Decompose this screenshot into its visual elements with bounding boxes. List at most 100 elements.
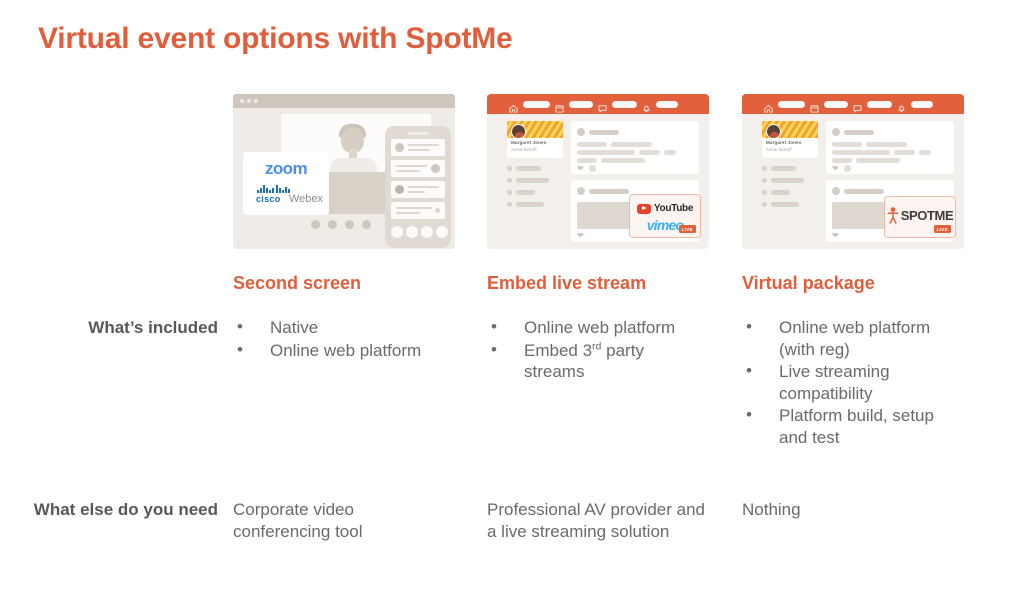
spotme-app-window: Margaret Jones Acme Kickoff ❤ ❤ — [487, 94, 709, 249]
phone-mockup — [385, 126, 451, 248]
feed-card[interactable]: ❤ — [571, 121, 699, 174]
column-heading-embed-live-stream: Embed live stream — [487, 273, 647, 293]
row-label-what-else-do-you-need: What else do you need — [33, 500, 218, 519]
video-conferencing-logo-card: zoom cisco Webex — [243, 152, 329, 215]
phone-list-item — [391, 160, 445, 177]
youtube-play-icon — [636, 203, 651, 214]
list-item: Embed 3rd party streams — [487, 339, 709, 383]
feed-avatar — [577, 128, 585, 136]
live-badge: LIVE — [678, 225, 696, 233]
phone-speaker-icon — [407, 132, 429, 135]
calendar-icon[interactable] — [810, 100, 819, 113]
list-item-text: Embed 3rd party streams — [524, 339, 644, 382]
spotme-person-icon — [887, 207, 899, 224]
spotme-app-window: Margaret Jones Acme Kickoff ❤ ❤ — [742, 94, 964, 249]
feed-author-placeholder — [844, 189, 884, 194]
phone-list-item — [391, 202, 445, 219]
youtube-logo: YouTube — [653, 203, 694, 214]
window-dot-maximize-icon — [254, 99, 258, 103]
browser-titlebar — [233, 94, 455, 108]
chat-icon[interactable] — [853, 100, 862, 113]
list-item: Online web platform — [233, 339, 455, 362]
carousel-dot[interactable] — [311, 220, 320, 229]
feed-author-placeholder — [589, 189, 629, 194]
page-title: Virtual event options with SpotMe — [38, 22, 513, 55]
phone-tab-button[interactable] — [421, 226, 433, 238]
profile-event: Acme Kickoff — [766, 147, 792, 152]
nav-label-placeholder[interactable] — [911, 100, 933, 108]
cisco-bars-icon — [257, 185, 290, 193]
list-item: Online web platform — [487, 316, 709, 339]
sidebar-item[interactable] — [507, 166, 541, 171]
bell-icon[interactable] — [642, 100, 651, 112]
list-item: Live streaming compatibility — [742, 360, 964, 404]
column-heading-second-screen: Second screen — [233, 273, 362, 293]
avatar — [766, 124, 781, 139]
live-badge: LIVE — [933, 225, 951, 233]
cell-included-embed-live-stream: Online web platform Embed 3rd party stre… — [487, 316, 709, 384]
feed-card[interactable]: ❤ — [826, 121, 954, 174]
nav-label-placeholder[interactable] — [867, 100, 892, 108]
feed-author-placeholder — [589, 130, 619, 135]
comment-icon[interactable] — [589, 165, 596, 172]
cell-need-embed-live-stream: Professional AV provider and a live stre… — [487, 500, 705, 541]
sidebar-item[interactable] — [762, 166, 796, 171]
carousel-dot[interactable] — [345, 220, 354, 229]
sidebar-item[interactable] — [762, 190, 790, 195]
app-navbar[interactable] — [487, 94, 709, 114]
carousel-dot[interactable] — [328, 220, 337, 229]
calendar-icon[interactable] — [555, 100, 564, 113]
list-item: Native — [233, 316, 455, 339]
nav-label-placeholder[interactable] — [656, 100, 678, 108]
cell-included-virtual-package: Online web platform (with reg) Live stre… — [742, 316, 964, 449]
feed-author-placeholder — [844, 130, 874, 135]
cell-need-virtual-package: Nothing — [742, 500, 801, 519]
comment-icon[interactable] — [844, 165, 851, 172]
feed-avatar — [832, 128, 840, 136]
webex-logo: Webex — [289, 193, 324, 205]
nav-label-placeholder[interactable] — [569, 100, 593, 108]
phone-list-item — [391, 181, 445, 198]
profile-name: Margaret Jones — [511, 140, 547, 145]
nav-label-placeholder[interactable] — [523, 100, 550, 108]
nav-label-placeholder[interactable] — [778, 100, 805, 108]
phone-tab-button[interactable] — [406, 226, 418, 238]
mockup-second-screen: zoom cisco Webex — [233, 94, 455, 252]
phone-tab-button[interactable] — [391, 226, 403, 238]
nav-label-placeholder[interactable] — [824, 100, 848, 108]
like-icon[interactable]: ❤ — [577, 165, 584, 173]
window-dot-close-icon — [240, 99, 244, 103]
like-icon[interactable]: ❤ — [577, 232, 584, 240]
app-navbar[interactable] — [742, 94, 964, 114]
phone-tabbar[interactable] — [391, 226, 448, 238]
like-icon[interactable]: ❤ — [832, 165, 839, 173]
home-icon[interactable] — [764, 100, 773, 113]
sidebar-item[interactable] — [762, 178, 804, 183]
column-heading-virtual-package: Virtual package — [742, 273, 875, 293]
avatar — [511, 124, 526, 139]
live-stream-provider-badge: YouTube vimeo LIVE — [629, 194, 701, 238]
profile-card[interactable]: Margaret Jones Acme Kickoff — [762, 121, 818, 158]
feed-avatar — [832, 187, 840, 195]
carousel-dots[interactable] — [311, 220, 371, 229]
window-dot-minimize-icon — [247, 99, 251, 103]
carousel-dot[interactable] — [362, 220, 371, 229]
mockup-embed-live-stream: Margaret Jones Acme Kickoff ❤ ❤ YouTube … — [487, 94, 709, 252]
home-icon[interactable] — [509, 100, 518, 113]
mockup-virtual-package: Margaret Jones Acme Kickoff ❤ ❤ SPOTME L… — [742, 94, 964, 252]
sidebar-item[interactable] — [507, 190, 535, 195]
sidebar-item[interactable] — [762, 202, 799, 207]
bell-icon[interactable] — [897, 100, 906, 112]
nav-label-placeholder[interactable] — [612, 100, 637, 108]
profile-card[interactable]: Margaret Jones Acme Kickoff — [507, 121, 563, 158]
sidebar-item[interactable] — [507, 202, 544, 207]
row-label-whats-included: What’s included — [88, 318, 218, 337]
cell-included-second-screen: Native Online web platform — [233, 316, 455, 362]
chat-icon[interactable] — [598, 100, 607, 113]
like-icon[interactable]: ❤ — [832, 232, 839, 240]
cell-need-second-screen: Corporate video conferencing tool — [233, 500, 363, 541]
sidebar-item[interactable] — [507, 178, 549, 183]
zoom-logo: zoom — [265, 159, 308, 178]
phone-tab-button[interactable] — [436, 226, 448, 238]
cisco-logo: cisco — [256, 194, 281, 204]
